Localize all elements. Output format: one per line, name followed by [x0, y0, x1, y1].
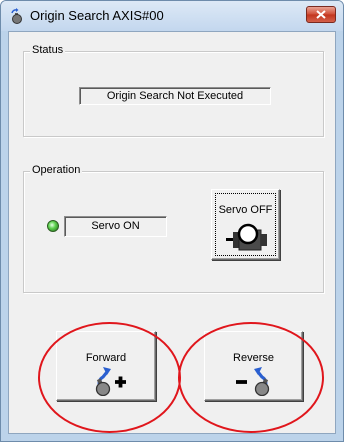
origin-search-status-field: Origin Search Not Executed — [79, 87, 271, 105]
origin-search-window: Origin Search AXIS#00 Status Origin Sear… — [0, 0, 344, 442]
servo-off-button[interactable]: Servo OFF — [211, 189, 280, 260]
operation-group-title: Operation — [30, 164, 83, 176]
dialog-client-area: Status Origin Search Not Executed Operat… — [8, 31, 336, 434]
servo-off-label: Servo OFF — [218, 204, 273, 216]
close-x-icon — [316, 10, 326, 19]
title-bar[interactable]: Origin Search AXIS#00 — [1, 1, 343, 31]
reverse-highlight-ellipse — [178, 322, 324, 433]
operation-group: Operation Servo ON Servo OFF — [23, 164, 324, 293]
motor-icon — [11, 8, 22, 24]
window-title: Origin Search AXIS#00 — [30, 8, 164, 23]
close-button[interactable] — [306, 6, 336, 23]
forward-highlight-ellipse — [38, 322, 181, 433]
servo-status-field: Servo ON — [64, 216, 167, 237]
status-group-title: Status — [30, 44, 66, 56]
servo-motor-icon — [226, 223, 267, 251]
servo-status-led — [47, 220, 59, 232]
status-group: Status Origin Search Not Executed — [23, 44, 324, 137]
